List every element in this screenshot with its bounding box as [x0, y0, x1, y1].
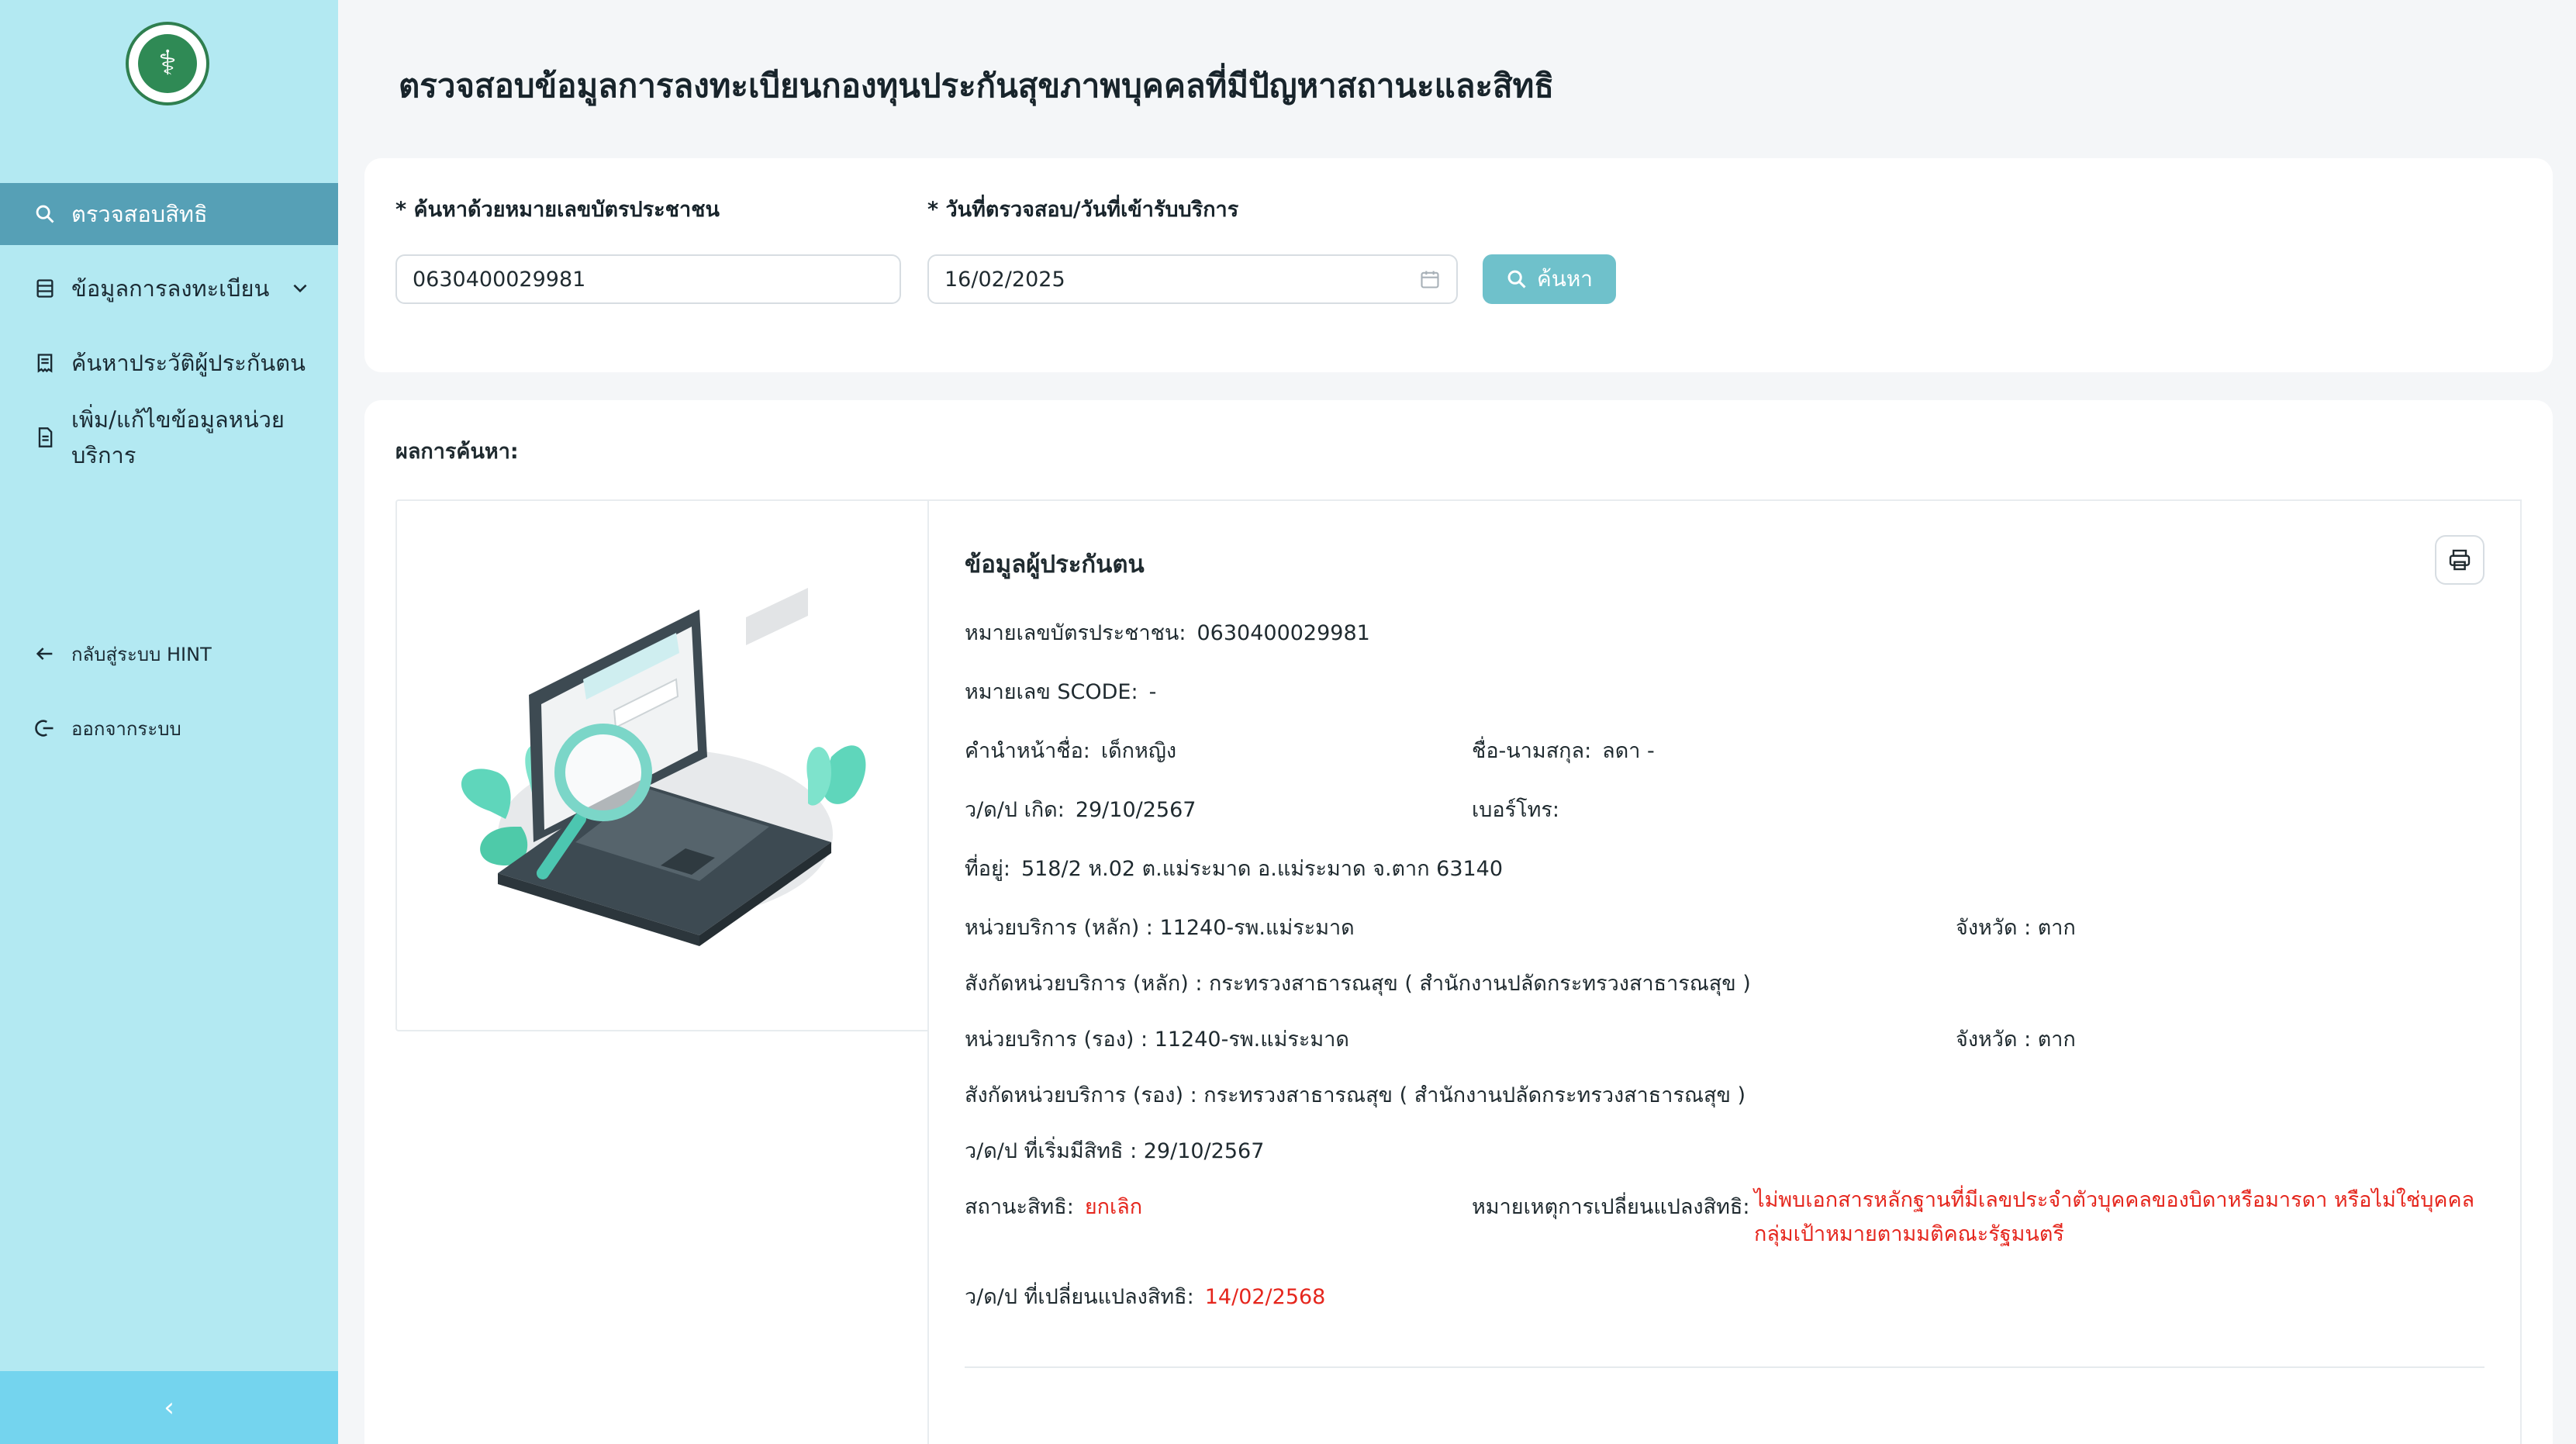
- sidebar-item-label: ตรวจสอบสิทธิ: [71, 201, 208, 227]
- field-dob: ว/ด/ป เกิด: 29/10/2567: [965, 798, 1196, 822]
- search-button-label: ค้นหา: [1536, 266, 1594, 292]
- status-badge: ยกเลิก: [1084, 1195, 1143, 1219]
- logout-icon: [34, 717, 56, 739]
- field-name: ชื่อ-นามสกุล: ลดา -: [1472, 739, 1655, 763]
- calendar-icon[interactable]: [1419, 268, 1441, 290]
- field-main-affiliation: สังกัดหน่วยบริการ (หลัก) : กระทรวงสาธารณ…: [965, 972, 1751, 996]
- search-icon: [34, 203, 56, 225]
- field-reason-value: ไม่พบเอกสารหลักฐานที่มีเลขประจำตัวบุคคลข…: [1754, 1188, 2475, 1246]
- field-scode: หมายเลข SCODE: -: [965, 680, 1157, 704]
- divider: [965, 1366, 2484, 1368]
- sidebar-item-back-hint[interactable]: กลับสู่ระบบ HINT: [0, 627, 338, 681]
- field-sub-affiliation: สังกัดหน่วยบริการ (รอง) : กระทรวงสาธารณส…: [965, 1083, 1746, 1107]
- list-icon: [34, 278, 56, 299]
- sidebar-item-logout[interactable]: ออกจากระบบ: [0, 701, 338, 755]
- id-search-input[interactable]: [395, 254, 901, 304]
- field-id: หมายเลขบัตรประชาชน: 0630400029981: [965, 621, 1370, 645]
- date-label: * วันที่ตรวจสอบ/วันที่เข้ารับบริการ: [927, 198, 1239, 222]
- field-start-date: ว/ด/ป ที่เริ่มมีสิทธิ : 29/10/2567: [965, 1139, 1265, 1163]
- id-search-label: * ค้นหาด้วยหมายเลขบัตรประชาชน: [395, 198, 720, 222]
- search-button[interactable]: ค้นหา: [1483, 254, 1616, 304]
- field-prefix: คำนำหน้าชื่อ: เด็กหญิง: [965, 739, 1177, 763]
- field-sub-unit: หน่วยบริการ (รอง) : 11240-รพ.แม่ระมาด: [965, 1028, 1349, 1052]
- result-heading: ผลการค้นหา:: [395, 440, 519, 464]
- laptop-search-illustration: [461, 588, 866, 946]
- search-card: * ค้นหาด้วยหมายเลขบัตรประชาชน * วันที่ตร…: [364, 158, 2553, 372]
- date-input[interactable]: [927, 254, 1458, 304]
- print-button[interactable]: [2435, 535, 2484, 585]
- field-main-unit: หน่วยบริการ (หลัก) : 11240-รพ.แม่ระมาด: [965, 916, 1355, 940]
- ministry-seal-icon: ⚕: [126, 22, 209, 105]
- field-change-date: ว/ด/ป ที่เปลี่ยนแปลงสิทธิ: 14/02/2568: [965, 1285, 1326, 1309]
- field-sub-province: จังหวัด : ตาก: [1956, 1028, 2076, 1052]
- illustration-panel: [395, 499, 929, 1031]
- sidebar-item-label: ข้อมูลการลงทะเบียน: [71, 275, 270, 302]
- search-icon: [1507, 270, 1526, 288]
- chevron-left-icon: ‹: [164, 1392, 174, 1423]
- page-title: ตรวจสอบข้อมูลการลงทะเบียนกองทุนประกันสุข…: [399, 67, 1554, 105]
- receipt-icon: [34, 352, 56, 374]
- sidebar-item-registration[interactable]: ข้อมูลการลงทะเบียน: [0, 257, 338, 320]
- printer-icon: [2449, 549, 2471, 571]
- sidebar: ⚕ ตรวจสอบสิทธิ ข้อมูลการลงทะเบียน ค้นหาป…: [0, 0, 338, 1444]
- section-title: ข้อมูลผู้ประกันตน: [965, 551, 1145, 579]
- sidebar-item-label: ออกจากระบบ: [71, 717, 181, 740]
- document-icon: [34, 427, 56, 448]
- sidebar-collapse-button[interactable]: ‹: [0, 1371, 338, 1444]
- date-picker[interactable]: [927, 254, 1458, 304]
- sidebar-item-label: กลับสู่ระบบ HINT: [71, 643, 212, 665]
- field-main-province: จังหวัด : ตาก: [1956, 916, 2076, 940]
- sidebar-item-label: เพิ่ม/แก้ไขข้อมูลหน่วยบริการ: [71, 406, 285, 468]
- sidebar-item-check-rights[interactable]: ตรวจสอบสิทธิ: [0, 183, 338, 245]
- insured-info-panel: ข้อมูลผู้ประกันตน หมายเลขบัตรประชาชน: 063…: [927, 499, 2522, 1444]
- field-phone: เบอร์โทร:: [1472, 798, 1559, 822]
- result-card: ผลการค้นหา: ข้อมูลผู้ประกันตน หมายเลขบัต…: [364, 400, 2553, 1444]
- field-address: ที่อยู่: 518/2 ห.02 ต.แม่ระมาด อ.แม่ระมาด…: [965, 857, 1504, 881]
- field-status: สถานะสิทธิ: ยกเลิก: [965, 1195, 1143, 1219]
- sidebar-item-label: ค้นหาประวัติผู้ประกันตน: [71, 350, 306, 376]
- arrow-left-icon: [34, 643, 56, 665]
- sidebar-item-unit-edit[interactable]: เพิ่ม/แก้ไขข้อมูลหน่วยบริการ: [0, 406, 338, 468]
- field-reason-label: หมายเหตุการเปลี่ยนแปลงสิทธิ:: [1472, 1195, 1750, 1219]
- sidebar-item-history[interactable]: ค้นหาประวัติผู้ประกันตน: [0, 332, 338, 394]
- chevron-down-icon: [293, 284, 307, 293]
